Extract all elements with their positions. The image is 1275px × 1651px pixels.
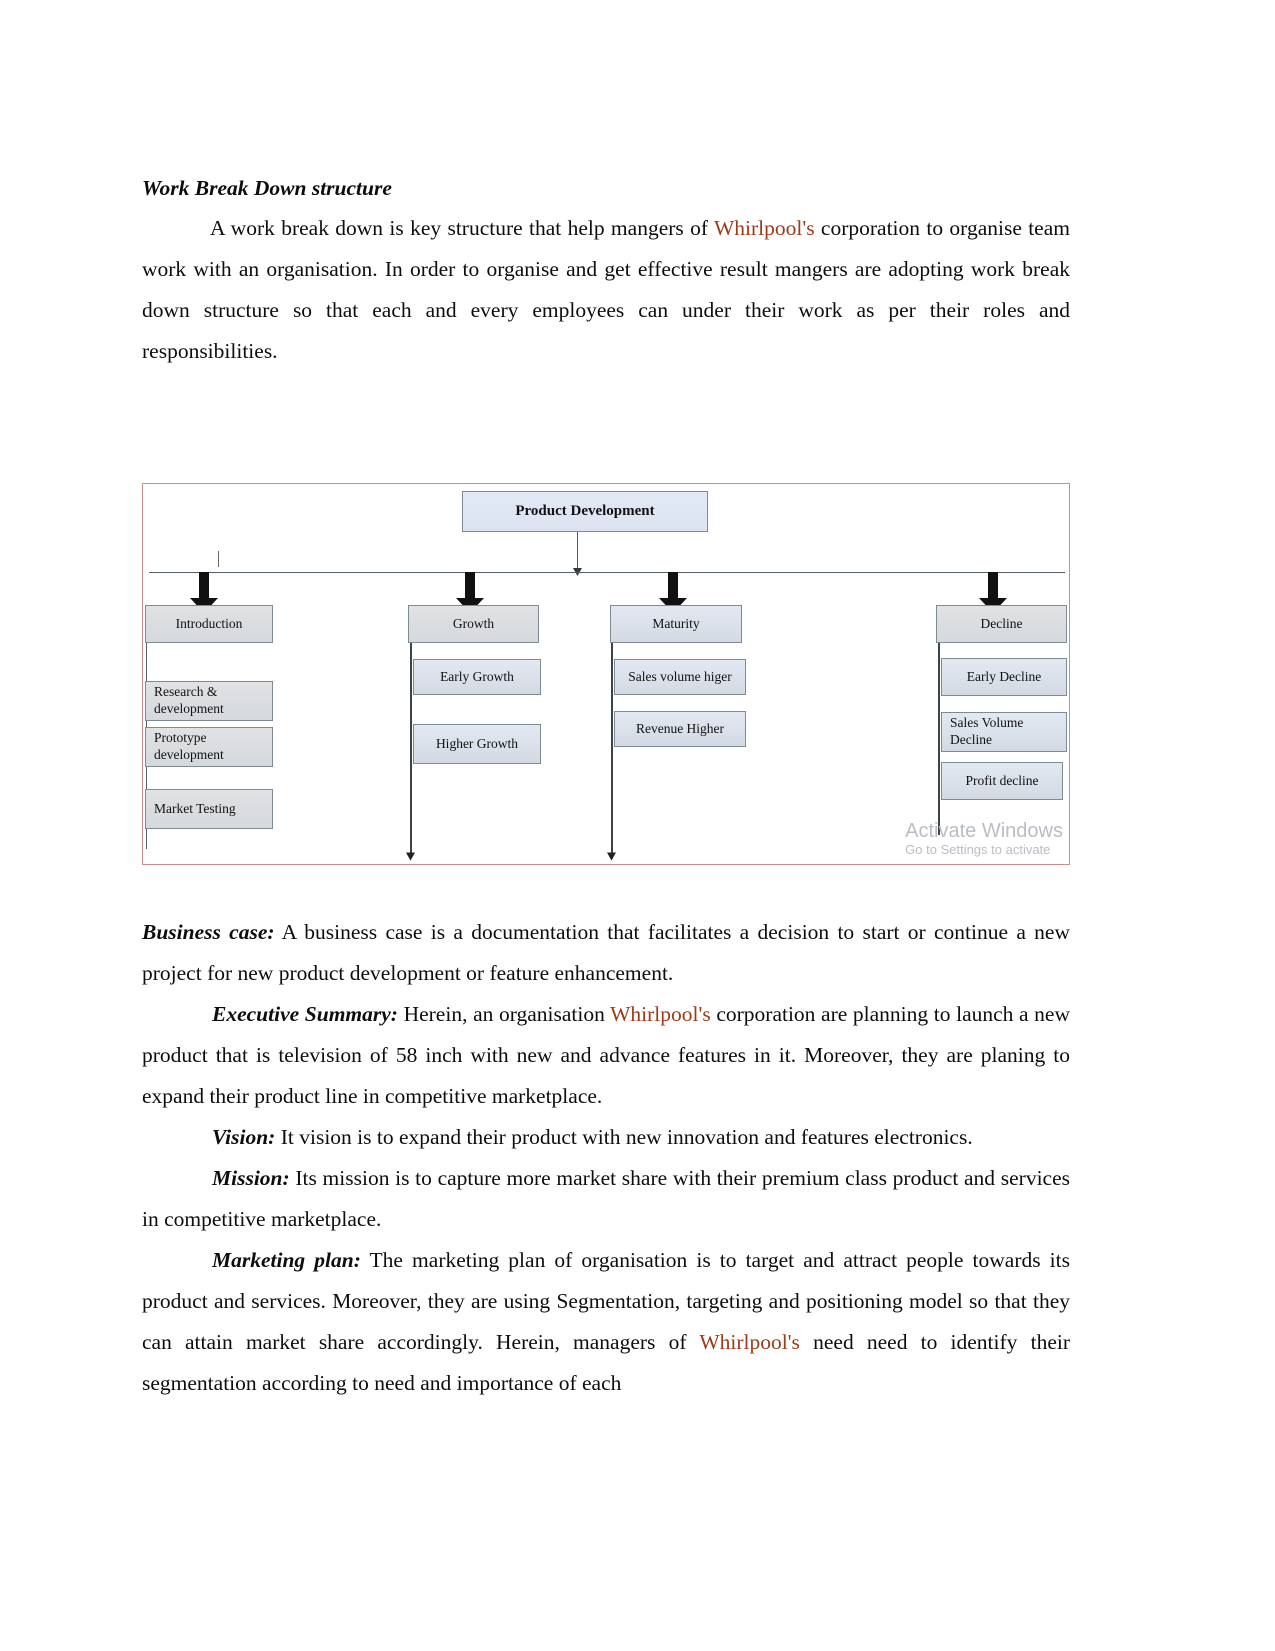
distribution-bus-line — [149, 572, 1065, 573]
windows-activation-watermark: Activate Windows Go to Settings to activ… — [905, 820, 1063, 858]
root-connector-line — [577, 532, 578, 572]
vision-label: Vision: — [212, 1125, 276, 1149]
diagram-node-decline[interactable]: Decline — [936, 605, 1067, 643]
diagram-node-prototype-development[interactable]: Prototype development — [145, 727, 273, 767]
diagram-node-early-decline[interactable]: Early Decline — [941, 658, 1067, 696]
diagram-node-higher-growth[interactable]: Higher Growth — [413, 724, 541, 764]
diagram-node-root[interactable]: Product Development — [462, 491, 708, 532]
executive-summary-before: Herein, an organisation — [397, 1002, 611, 1026]
document-page: Work Break Down structure A work break d… — [0, 0, 1275, 1651]
work-breakdown-diagram: Product Development Introduction Researc… — [142, 483, 1070, 865]
vision-text: It vision is to expand their product wit… — [275, 1125, 973, 1149]
brand-mention-3: Whirlpool's — [699, 1330, 800, 1354]
diagram-node-sales-volume-decline[interactable]: Sales Volume Decline — [941, 712, 1067, 752]
stray-tick-mark — [218, 551, 219, 567]
intro-text-before: A work break down is key structure that … — [210, 215, 714, 240]
vision-paragraph: Vision: It vision is to expand their pro… — [142, 1117, 1070, 1158]
growth-spine-line — [410, 643, 412, 855]
executive-summary-paragraph: Executive Summary: Herein, an organisati… — [142, 994, 1070, 1117]
maturity-spine-arrow-icon — [607, 852, 616, 861]
brand-mention-2: Whirlpool's — [610, 1002, 711, 1026]
mission-label: Mission: — [212, 1166, 290, 1190]
watermark-line-2: Go to Settings to activate — [905, 842, 1051, 857]
mission-paragraph: Mission: Its mission is to capture more … — [142, 1158, 1070, 1240]
business-case-text: A business case is a documentation that … — [142, 920, 1070, 985]
lower-text-block: Business case: A business case is a docu… — [142, 912, 1070, 1404]
growth-spine-arrow-icon — [406, 852, 415, 861]
diagram-node-profit-decline[interactable]: Profit decline — [941, 762, 1063, 800]
diagram-node-revenue-higher[interactable]: Revenue Higher — [614, 711, 746, 747]
diagram-node-growth[interactable]: Growth — [408, 605, 539, 643]
diagram-node-research-development[interactable]: Research & development — [145, 681, 273, 721]
marketing-plan-paragraph: Marketing plan: The marketing plan of or… — [142, 1240, 1070, 1404]
brand-mention-1: Whirlpool's — [713, 215, 815, 240]
business-case-label: Business case: — [142, 920, 275, 944]
maturity-spine-line — [611, 643, 613, 855]
executive-summary-label: Executive Summary: — [212, 1002, 398, 1026]
section-heading: Work Break Down structure — [142, 176, 392, 200]
decline-spine-line — [938, 643, 940, 835]
diagram-node-market-testing[interactable]: Market Testing — [145, 789, 273, 829]
diagram-node-introduction[interactable]: Introduction — [145, 605, 273, 643]
watermark-line-1: Activate Windows — [905, 820, 1063, 842]
intro-paragraph: A work break down is key structure that … — [142, 208, 1070, 372]
marketing-plan-label: Marketing plan: — [212, 1248, 361, 1272]
diagram-node-maturity[interactable]: Maturity — [610, 605, 742, 643]
diagram-node-early-growth[interactable]: Early Growth — [413, 659, 541, 695]
diagram-node-sales-volume-higher[interactable]: Sales volume higer — [614, 659, 746, 695]
top-text-block: Work Break Down structure A work break d… — [142, 175, 1070, 372]
business-case-paragraph: Business case: A business case is a docu… — [142, 912, 1070, 994]
